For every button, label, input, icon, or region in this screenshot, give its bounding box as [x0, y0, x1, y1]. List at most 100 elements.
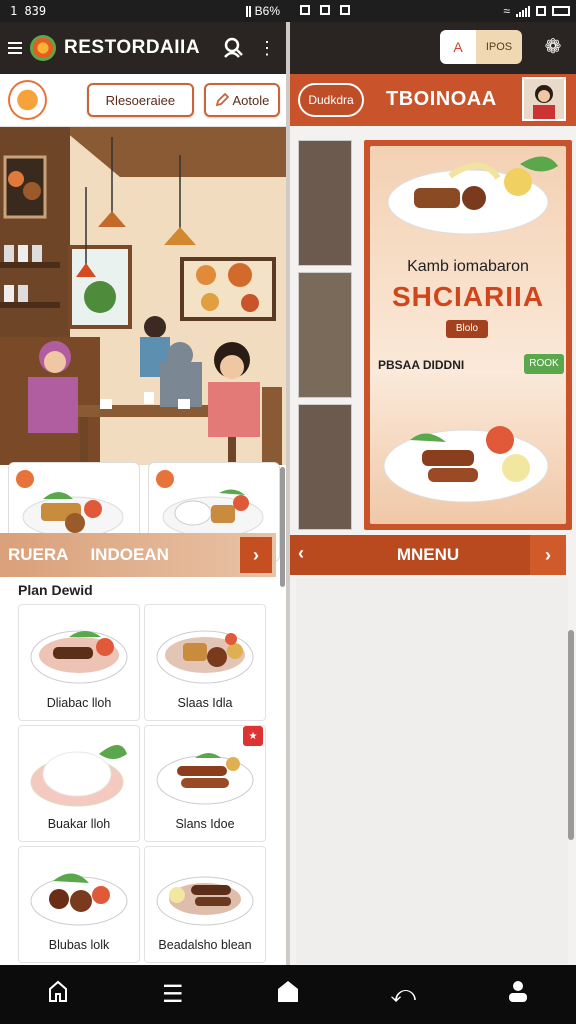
- dish-card[interactable]: ★ Slans Idoe: [144, 725, 266, 842]
- scrollbar[interactable]: [568, 630, 574, 840]
- dish-image: [156, 630, 254, 684]
- notif-icon-3: [340, 5, 350, 15]
- notification-icons: [300, 5, 350, 15]
- user-search-svg: [224, 37, 243, 58]
- bottom-navigation: ☰ ⤺: [0, 965, 576, 1024]
- dish-card[interactable]: Dliabac lloh: [18, 604, 140, 721]
- header-chip-label: Dudkdra: [308, 93, 354, 107]
- status-left: 1 839 B6%: [0, 0, 288, 22]
- notif-icon-1: [300, 5, 310, 15]
- gallery-item[interactable]: [298, 272, 352, 398]
- puzzle-icon[interactable]: ❁: [540, 34, 566, 60]
- back-icon[interactable]: ⤺: [373, 981, 433, 1009]
- poster-title: SHCIARIIA: [391, 281, 545, 312]
- promo-poster[interactable]: Kamb iomabaron SHCIARIIA Blolo PBSAA DID…: [364, 140, 572, 530]
- dish-card[interactable]: Buakar lloh: [18, 725, 140, 842]
- chevron-right-icon[interactable]: ›: [240, 537, 272, 573]
- poster-inner: Kamb iomabaron SHCIARIIA Blolo PBSAA DID…: [370, 146, 566, 524]
- menu-icon[interactable]: [8, 39, 22, 57]
- gallery-item[interactable]: [298, 140, 352, 266]
- dish-grid: Dliabac lloh Slaas Idla Buakar lloh ★ Sl…: [18, 604, 266, 963]
- sim-icon: [536, 6, 546, 16]
- poster-dish-top: [387, 156, 558, 235]
- dish-image: [156, 753, 254, 805]
- segment-toggle[interactable]: A IPOS: [440, 30, 522, 64]
- avatar[interactable]: [522, 77, 566, 121]
- app-title: RESTORDAIIA: [64, 37, 201, 58]
- status-bar: 1 839 B6% ≈: [0, 0, 576, 22]
- profile-svg: [509, 981, 528, 1002]
- scrollbar[interactable]: [280, 467, 285, 587]
- category-label-2[interactable]: INDOEAN: [90, 545, 168, 565]
- right-panel: A IPOS ❁ Dudkdra TBOINOAA Kamb iomabaron…: [290, 22, 576, 965]
- dish-image: [156, 876, 254, 926]
- hero-svg: [0, 127, 288, 465]
- chevron-right-icon[interactable]: ›: [530, 535, 566, 575]
- edit-icon: [215, 93, 229, 107]
- dish-image: [30, 873, 128, 926]
- list-icon[interactable]: ☰: [143, 980, 203, 1009]
- user-search-icon[interactable]: [220, 35, 246, 61]
- battery-icon: [552, 6, 570, 16]
- category-strip: RUERA INDOEAN ›: [0, 533, 276, 577]
- right-content-area: [296, 578, 568, 964]
- reservation-label: Rlesoeraiee: [105, 92, 176, 108]
- dish-image: [30, 630, 128, 684]
- battery-text: B6%: [254, 4, 280, 18]
- wifi-icon: ≈: [503, 4, 510, 18]
- side-gallery: [298, 140, 352, 530]
- featured-tag-icon: [13, 467, 37, 491]
- section-title: Plan Dewid: [18, 582, 93, 598]
- dish-name: Buakar lloh: [47, 817, 111, 831]
- status-right: ≈: [288, 0, 576, 22]
- featured-tag-icon: [153, 467, 177, 491]
- right-top-bar: A IPOS ❁: [290, 22, 576, 74]
- profile-icon[interactable]: [488, 979, 548, 1010]
- poster-price: ROOK: [524, 354, 564, 374]
- logo-icon: [30, 35, 56, 61]
- dish-card[interactable]: Beadalsho blean: [144, 846, 266, 963]
- home-outline-svg: [48, 980, 67, 1002]
- restaurant-hero-illustration: [0, 127, 288, 465]
- segment-a[interactable]: A: [440, 30, 476, 64]
- notif-icon-2: [320, 5, 330, 15]
- system-icons: ≈: [503, 4, 570, 18]
- gallery-item[interactable]: [298, 404, 352, 530]
- app-bar: RESTORDAIIA ⋮: [0, 22, 288, 74]
- menu-label[interactable]: MNENU: [397, 545, 459, 565]
- poster-dish-bottom: [383, 426, 549, 503]
- segment-b[interactable]: IPOS: [476, 30, 522, 64]
- category-label-1[interactable]: RUERA: [8, 545, 68, 565]
- home-filled-svg: [277, 981, 298, 1002]
- home-filled-icon[interactable]: [258, 978, 318, 1011]
- dish-card[interactable]: Slaas Idla: [144, 604, 266, 721]
- poster-kicker: Kamb iomabaron: [407, 258, 529, 275]
- right-title: TBOINOAA: [386, 88, 497, 110]
- dish-name: Beadalsho blean: [158, 938, 252, 952]
- screen: 1 839 B6% ≈ RESTORDAIIA ⋮ Rlesoeraiee Ao…: [0, 0, 576, 1024]
- dish-name: Blubas lolk: [48, 938, 110, 952]
- more-icon[interactable]: ⋮: [254, 35, 280, 61]
- emblem-logo: [8, 80, 47, 120]
- action-button[interactable]: Aotole: [203, 83, 280, 117]
- left-panel: RESTORDAIIA ⋮ Rlesoeraiee Aotole RUERA I…: [0, 22, 288, 965]
- signal-bars-icon: [516, 5, 530, 17]
- status-left-indicators: B6%: [245, 4, 280, 18]
- header-chip[interactable]: Dudkdra: [298, 83, 364, 117]
- chevron-left-icon[interactable]: ‹: [298, 543, 304, 564]
- reservation-button[interactable]: Rlesoeraiee: [86, 83, 194, 117]
- dish-name: Slans Idoe: [175, 817, 235, 831]
- right-header: Dudkdra TBOINOAA: [290, 74, 576, 126]
- poster-button[interactable]: Blolo: [446, 320, 488, 338]
- action-label: Aotole: [232, 92, 270, 108]
- home-outline-icon[interactable]: [28, 979, 88, 1010]
- sub-toolbar: Rlesoeraiee Aotole: [0, 74, 288, 127]
- poster-dish-name: PBSAA DIDDNI: [378, 358, 465, 372]
- dish-card[interactable]: Blubas lolk: [18, 846, 140, 963]
- dish-name: Dliabac lloh: [46, 696, 112, 710]
- menu-nav: ‹ MNENU ›: [290, 535, 566, 575]
- signal-icon: [245, 5, 251, 17]
- dish-name: Slaas Idla: [177, 696, 233, 710]
- status-time: 1 839: [10, 4, 47, 18]
- dish-image: [30, 745, 127, 807]
